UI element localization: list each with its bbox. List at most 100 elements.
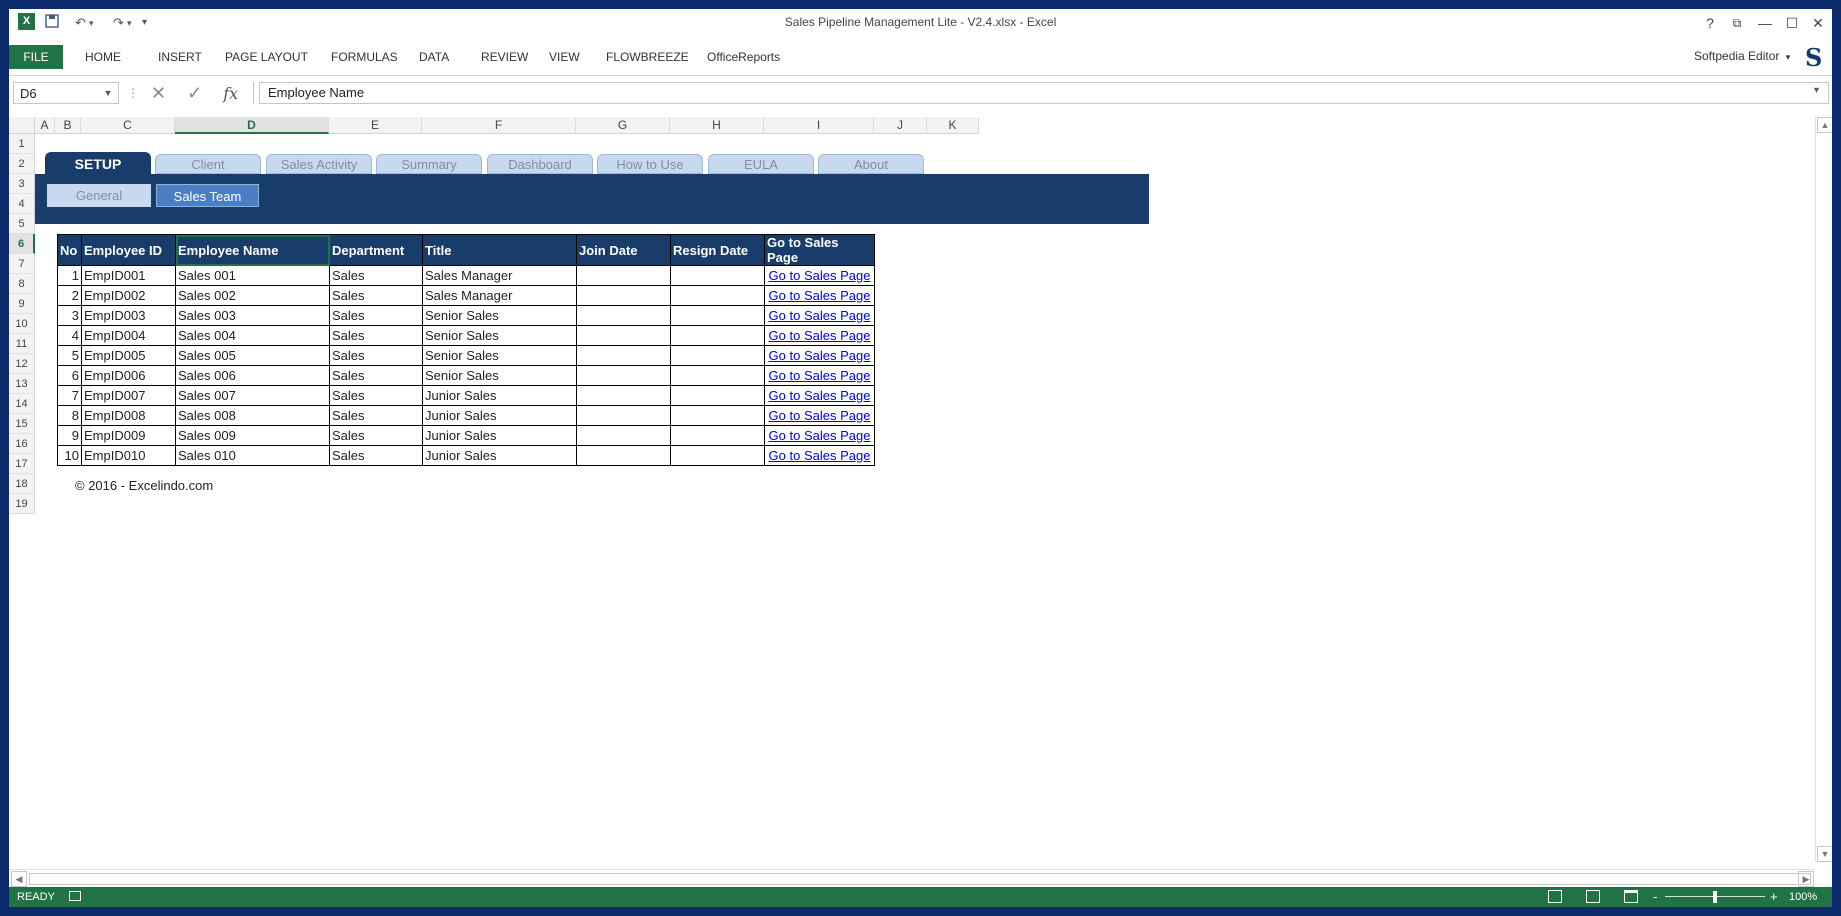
scroll-up-icon[interactable]: ▲ — [1817, 117, 1832, 133]
cell-department[interactable]: Sales — [329, 265, 423, 286]
cell-go-to-sales-page[interactable]: Go to Sales Page — [764, 305, 875, 326]
tab-flowbreeze[interactable]: FLOWBREEZE — [596, 45, 699, 69]
tab-formulas[interactable]: FORMULAS — [321, 45, 408, 69]
vertical-scrollbar[interactable]: ▲ ▼ — [1815, 117, 1832, 862]
row-header-18[interactable]: 18 — [9, 474, 35, 494]
nav-tab-client[interactable]: Client — [155, 154, 261, 174]
cell-no[interactable]: 9 — [57, 425, 82, 446]
row-header-6[interactable]: 6 — [9, 234, 35, 254]
row-header-16[interactable]: 16 — [9, 434, 35, 454]
cell-employee-id[interactable]: EmpID007 — [81, 385, 176, 406]
nav-tab-how-to-use[interactable]: How to Use — [597, 154, 703, 174]
cancel-icon[interactable]: ✕ — [151, 83, 166, 103]
cell-department[interactable]: Sales — [329, 325, 423, 346]
cell-title[interactable]: Senior Sales — [422, 365, 577, 386]
header-no[interactable]: No — [57, 234, 82, 266]
cell-employee-name[interactable]: Sales 003 — [175, 305, 330, 326]
cell-employee-name[interactable]: Sales 007 — [175, 385, 330, 406]
sub-tab-general[interactable]: General — [47, 184, 151, 207]
tab-home[interactable]: HOME — [75, 45, 131, 69]
cell-no[interactable]: 8 — [57, 405, 82, 426]
cell-employee-id[interactable]: EmpID003 — [81, 305, 176, 326]
cell-department[interactable]: Sales — [329, 405, 423, 426]
column-header-i[interactable]: I — [764, 117, 874, 134]
cell-department[interactable]: Sales — [329, 385, 423, 406]
cell-employee-name[interactable]: Sales 002 — [175, 285, 330, 306]
cell-go-to-sales-page[interactable]: Go to Sales Page — [764, 425, 875, 446]
cell-employee-id[interactable]: EmpID006 — [81, 365, 176, 386]
cell-resign-date[interactable] — [670, 365, 765, 386]
row-header-8[interactable]: 8 — [9, 274, 35, 294]
cell-resign-date[interactable] — [670, 445, 765, 466]
cell-no[interactable]: 4 — [57, 325, 82, 346]
horizontal-scrollbar[interactable]: ◀ ▶ — [9, 869, 1815, 888]
zoom-slider-thumb[interactable] — [1713, 891, 1717, 903]
row-header-12[interactable]: 12 — [9, 354, 35, 374]
zoom-out-icon[interactable]: - — [1653, 887, 1657, 907]
cell-join-date[interactable] — [576, 305, 671, 326]
minimize-icon[interactable]: — — [1753, 13, 1777, 33]
cell-resign-date[interactable] — [670, 405, 765, 426]
row-header-7[interactable]: 7 — [9, 254, 35, 274]
cell-department[interactable]: Sales — [329, 345, 423, 366]
cell-department[interactable]: Sales — [329, 365, 423, 386]
cell-department[interactable]: Sales — [329, 285, 423, 306]
tab-review[interactable]: REVIEW — [471, 45, 538, 69]
cell-title[interactable]: Sales Manager — [422, 285, 577, 306]
row-header-17[interactable]: 17 — [9, 454, 35, 474]
cell-join-date[interactable] — [576, 365, 671, 386]
header-join-date[interactable]: Join Date — [576, 234, 671, 266]
cell-no[interactable]: 5 — [57, 345, 82, 366]
cell-department[interactable]: Sales — [329, 425, 423, 446]
nav-tab-summary[interactable]: Summary — [376, 154, 482, 174]
cell-no[interactable]: 6 — [57, 365, 82, 386]
user-account[interactable]: Softpedia Editor ▾ — [1694, 49, 1790, 63]
cell-title[interactable]: Sales Manager — [422, 265, 577, 286]
zoom-level[interactable]: 100% — [1789, 887, 1817, 907]
column-header-j[interactable]: J — [874, 117, 927, 134]
row-header-15[interactable]: 15 — [9, 414, 35, 434]
macro-record-icon[interactable] — [69, 891, 81, 901]
cell-employee-id[interactable]: EmpID010 — [81, 445, 176, 466]
cell-go-to-sales-page[interactable]: Go to Sales Page — [764, 405, 875, 426]
normal-view-icon[interactable] — [1548, 890, 1562, 903]
cell-no[interactable]: 1 — [57, 265, 82, 286]
cell-title[interactable]: Senior Sales — [422, 325, 577, 346]
scroll-left-icon[interactable]: ◀ — [11, 871, 27, 887]
cell-title[interactable]: Junior Sales — [422, 425, 577, 446]
cell-employee-name[interactable]: Sales 008 — [175, 405, 330, 426]
cell-no[interactable]: 2 — [57, 285, 82, 306]
cell-employee-name[interactable]: Sales 005 — [175, 345, 330, 366]
enter-icon[interactable]: ✓ — [187, 83, 202, 103]
cell-title[interactable]: Junior Sales — [422, 445, 577, 466]
horizontal-scroll-thumb[interactable] — [29, 873, 1811, 885]
cell-go-to-sales-page[interactable]: Go to Sales Page — [764, 345, 875, 366]
row-header-2[interactable]: 2 — [9, 154, 35, 174]
page-layout-view-icon[interactable] — [1586, 890, 1600, 903]
tab-file[interactable]: FILE — [9, 45, 63, 69]
cell-go-to-sales-page[interactable]: Go to Sales Page — [764, 365, 875, 386]
cell-join-date[interactable] — [576, 445, 671, 466]
row-header-13[interactable]: 13 — [9, 374, 35, 394]
tab-view[interactable]: VIEW — [539, 45, 590, 69]
name-box-dropdown-icon[interactable]: ▼ — [100, 82, 116, 104]
row-header-9[interactable]: 9 — [9, 294, 35, 314]
cell-join-date[interactable] — [576, 405, 671, 426]
nav-tab-setup[interactable]: SETUP — [45, 152, 151, 178]
header-employee-name[interactable]: Employee Name — [175, 234, 330, 266]
cell-title[interactable]: Junior Sales — [422, 385, 577, 406]
maximize-icon[interactable]: ☐ — [1780, 13, 1804, 33]
column-header-g[interactable]: G — [576, 117, 670, 134]
cell-no[interactable]: 7 — [57, 385, 82, 406]
row-header-4[interactable]: 4 — [9, 194, 35, 214]
column-header-f[interactable]: F — [422, 117, 576, 134]
cell-employee-name[interactable]: Sales 006 — [175, 365, 330, 386]
cell-employee-id[interactable]: EmpID005 — [81, 345, 176, 366]
cell-join-date[interactable] — [576, 385, 671, 406]
nav-tab-eula[interactable]: EULA — [708, 154, 814, 174]
header-title[interactable]: Title — [422, 234, 577, 266]
row-header-3[interactable]: 3 — [9, 174, 35, 194]
cell-no[interactable]: 3 — [57, 305, 82, 326]
cell-join-date[interactable] — [576, 425, 671, 446]
cell-go-to-sales-page[interactable]: Go to Sales Page — [764, 445, 875, 466]
